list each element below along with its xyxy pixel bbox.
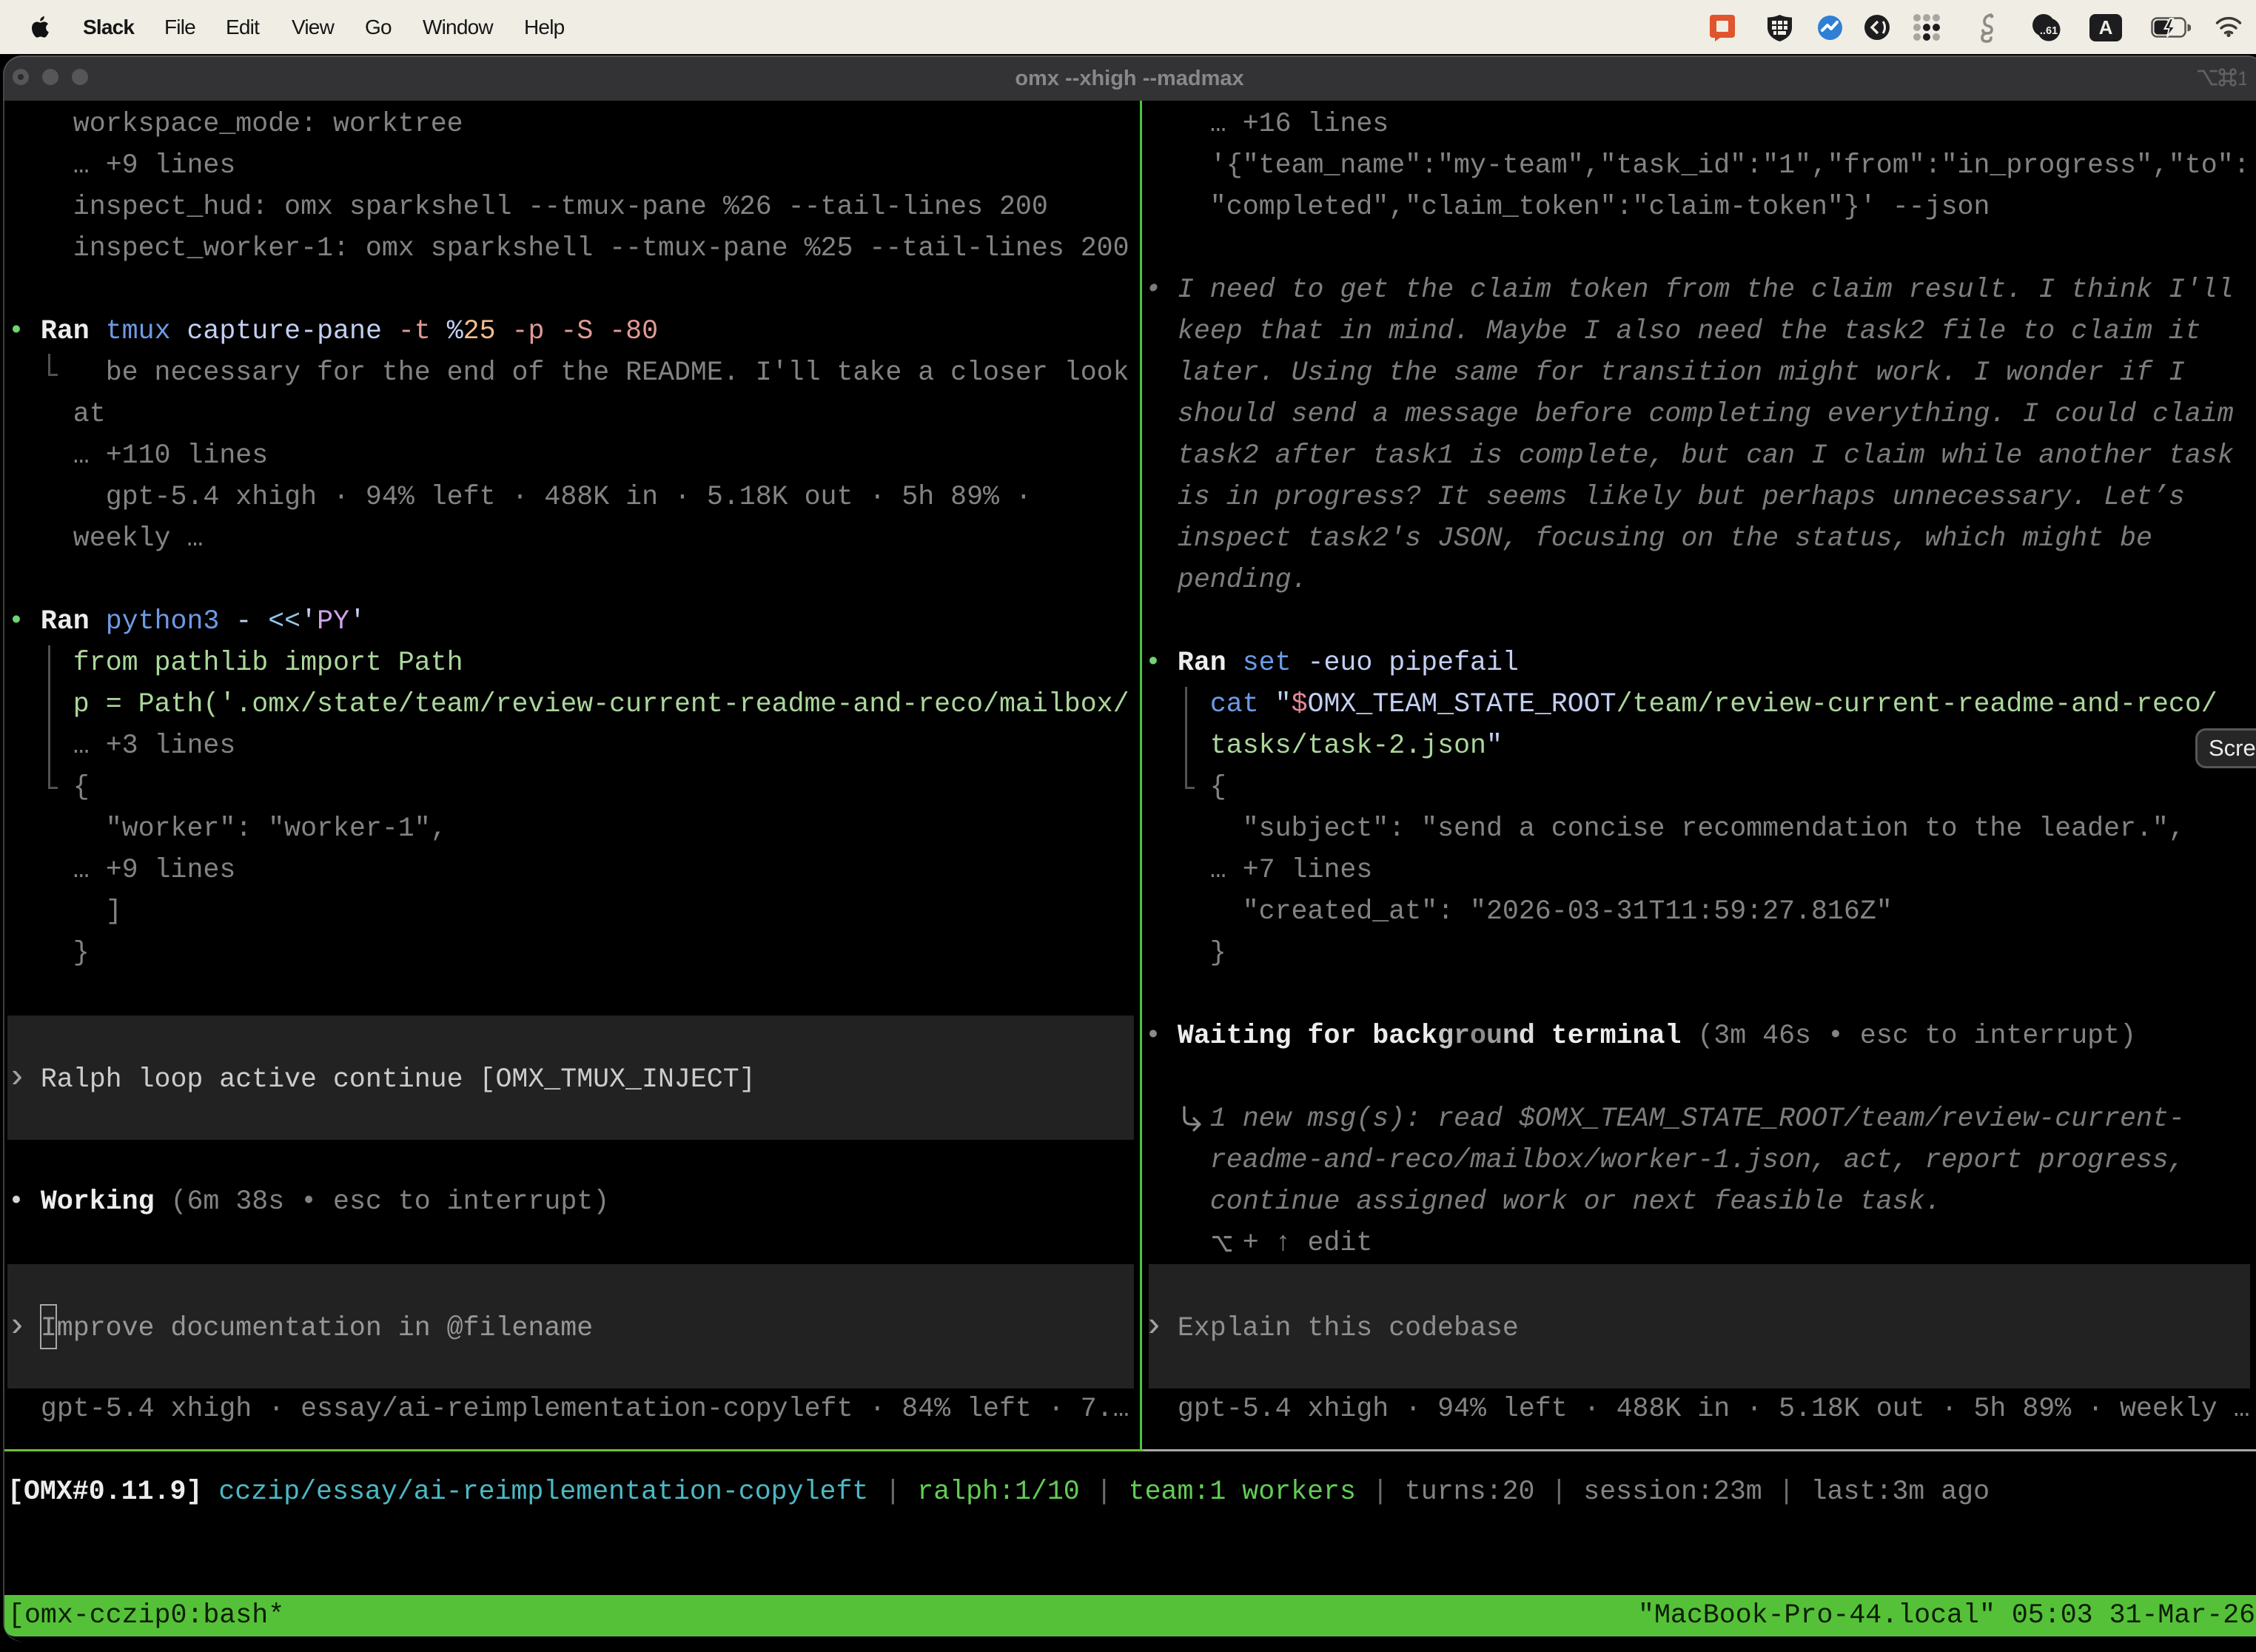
svg-text:1: 1	[2237, 68, 2246, 88]
svg-text:..61: ..61	[2040, 25, 2058, 37]
